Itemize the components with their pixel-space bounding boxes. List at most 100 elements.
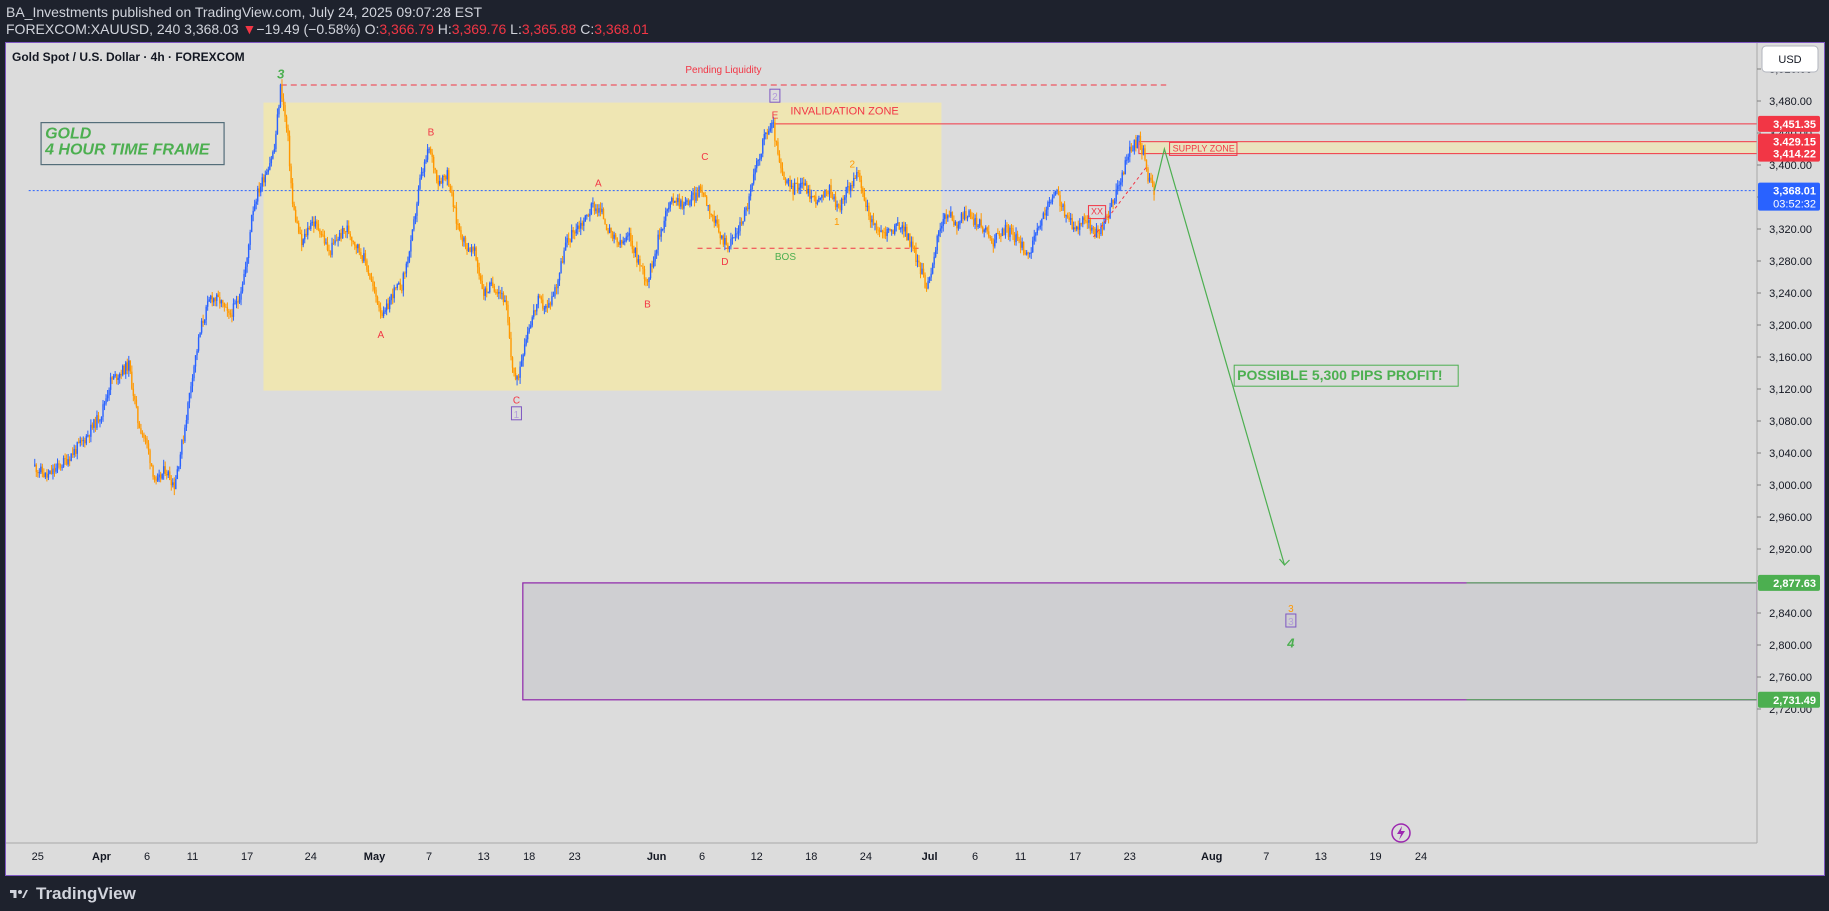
candle-body [733,237,735,239]
candle-body [513,367,515,373]
candle-body [1036,228,1038,234]
candle-body [666,209,668,212]
candle-body [745,207,747,211]
candle-body [840,198,843,211]
candle-body [530,325,532,329]
candle-body [1069,217,1072,220]
candle-body [146,438,148,444]
candle-body [348,225,350,234]
candle-body [417,188,420,204]
candle-body [372,281,374,287]
candle-body [226,307,229,311]
candle-body [631,240,634,250]
candle-body [875,223,878,230]
candle-body [454,206,456,208]
candle-body [1115,189,1117,202]
candle-body [225,306,227,308]
candle-body [68,459,71,461]
candle-body [314,221,317,227]
candle-body [235,301,238,304]
candle-body [61,466,63,468]
tradingview-logo[interactable]: TradingView [8,884,136,904]
candle-body [257,188,259,202]
candle-body [508,322,511,338]
price-tag-label: 3,451.35 [1773,119,1816,131]
candle-body [727,244,729,250]
candle-body [169,471,171,481]
candle-body [589,213,591,217]
candle-body [596,208,599,213]
price-tag-label: 2,731.49 [1773,695,1816,707]
candle-body [754,168,756,175]
candle-body [495,291,497,293]
candle-body [617,242,620,245]
candle-body [291,183,294,205]
candle-body [458,223,461,231]
publisher-name[interactable]: BA_Investments [6,4,108,20]
candle-body [184,427,186,442]
candle-body [957,224,960,229]
candle-body [566,238,568,243]
candle-body [963,211,966,220]
candle-body [619,240,621,245]
candle-body [272,151,274,159]
candle-body [1056,190,1058,192]
candle-body [887,228,890,230]
candle-body [665,211,667,221]
x-tick-label: Aug [1201,851,1222,863]
candle-body [915,248,917,262]
candle-body [931,264,934,274]
candle-body [520,360,523,367]
candle-body [510,337,512,358]
candle-body [275,134,277,149]
y-tick-label: 2,920.00 [1769,544,1812,556]
price-change: −19.49 (−0.58%) [256,21,361,37]
candle-body [624,240,626,242]
chart-container[interactable]: Pending Liquidity 3 A B C 1 A B C D E 2 2 1 3 3 4 INVALID… [5,42,1825,876]
y-tick-label: 3,000.00 [1769,480,1812,492]
candle-body [850,185,852,192]
zone-label: SUPPLY ZONE [1173,143,1235,153]
candle-body [505,299,508,305]
candle-body [514,372,517,380]
candle-body [288,135,291,167]
candle-body [769,128,772,131]
candle-body [402,273,405,291]
candle-body [461,237,464,242]
candle-body [956,221,958,229]
candle-body [200,320,203,333]
candle-body [730,238,732,247]
candle-body [790,185,793,187]
candle-body [658,234,661,237]
candle-body [992,243,994,247]
price-tag-countdown: 03:52:32 [1773,199,1816,211]
candle-body [828,185,831,195]
candle-body [490,282,492,284]
chart-svg[interactable]: Pending Liquidity 3 A B C 1 A B C D E 2 2 13 3 4 INVALID… [6,43,1824,875]
candle-body [743,210,746,222]
candle-body [539,295,541,298]
candle-body [799,183,802,188]
currency-button-label[interactable]: USD [1778,54,1801,66]
candle-body [636,247,638,263]
candle-body [122,365,124,376]
candle-body [672,197,674,203]
candle-body [1101,226,1104,230]
candle-body [558,272,561,281]
candle-body [1053,195,1055,198]
candle-body [149,450,151,464]
candle-body [775,140,778,142]
candle-body [574,232,576,234]
candle-body [431,152,433,157]
candle-body [197,337,200,351]
candle-body [1148,177,1151,182]
candle-body [408,251,411,262]
time-axis[interactable] [6,843,1824,875]
candle-body [989,236,991,239]
candle-body [924,274,926,288]
candle-body [657,234,659,250]
candle-body [903,225,905,232]
candle-body [64,458,66,460]
candle-body [232,303,235,317]
candle-body [340,232,342,239]
